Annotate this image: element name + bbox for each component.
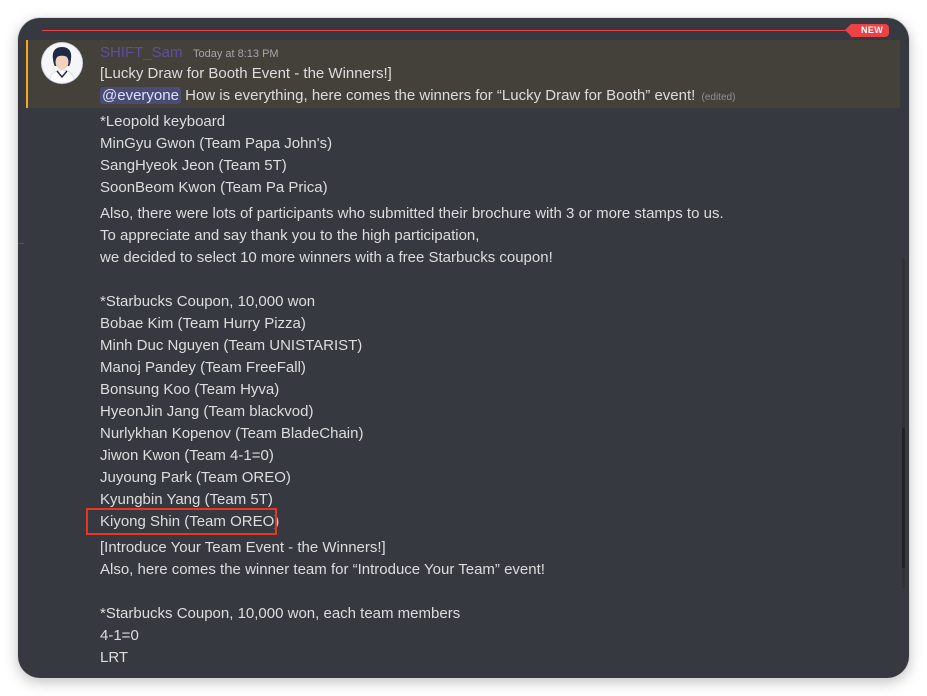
message-timestamp: Today at 8:13 PM [192, 48, 279, 60]
new-messages-divider [42, 30, 882, 31]
message-line: 4-1=0 [100, 627, 139, 644]
message-line: Bonsung Koo (Team Hyva) [100, 381, 280, 398]
chat-window: NEW SHIFT_Sam Today at 8:13 PM [Lucky Dr… [18, 18, 909, 678]
message-title: [Lucky Draw for Booth Event - the Winner… [100, 65, 392, 82]
annotation-highlight-box [86, 508, 277, 535]
message-line: [Introduce Your Team Event - the Winners… [100, 539, 386, 556]
avatar-person-icon [42, 43, 82, 83]
message-line: Also, there were lots of participants wh… [100, 205, 724, 222]
message-line: LRT [100, 649, 129, 666]
message-line: Kyungbin Yang (Team 5T) [100, 491, 273, 508]
message-intro-line: @everyone How is everything, here comes … [100, 86, 735, 108]
message-author[interactable]: SHIFT_Sam [100, 44, 183, 61]
message-line: Juyoung Park (Team OREO) [100, 469, 291, 486]
message-line: Bobae Kim (Team Hurry Pizza) [100, 315, 306, 332]
message-line: To appreciate and say thank you to the h… [100, 227, 480, 244]
message-line: Nurlykhan Kopenov (Team BladeChain) [100, 425, 364, 442]
message-line: *Leopold keyboard [100, 113, 226, 130]
message-line: MinGyu Gwon (Team Papa John's) [100, 135, 333, 152]
message-line: Also, here comes the winner team for “In… [100, 561, 545, 578]
message-line: *Starbucks Coupon, 10,000 won, each team… [100, 605, 461, 622]
gutter-divider [18, 243, 24, 244]
edited-label: (edited) [701, 92, 736, 103]
new-badge: NEW [844, 24, 890, 37]
message-header: SHIFT_Sam Today at 8:13 PM [100, 44, 279, 62]
message-intro: How is everything, here comes the winner… [185, 87, 696, 104]
message-line: Jiwon Kwon (Team 4-1=0) [100, 447, 274, 464]
message-line: HyeonJin Jang (Team blackvod) [100, 403, 314, 420]
message-line: SangHyeok Jeon (Team 5T) [100, 157, 287, 174]
message-line: SoonBeom Kwon (Team Pa Prica) [100, 179, 328, 196]
message-line: Manoj Pandey (Team FreeFall) [100, 359, 306, 376]
scrollbar-thumb[interactable] [902, 428, 905, 568]
message-line: *Starbucks Coupon, 10,000 won [100, 293, 316, 310]
everyone-mention[interactable]: @everyone [100, 87, 181, 104]
avatar[interactable] [42, 43, 82, 83]
message-line: we decided to select 10 more winners wit… [100, 249, 553, 266]
message-line: Minh Duc Nguyen (Team UNISTARIST) [100, 337, 363, 354]
